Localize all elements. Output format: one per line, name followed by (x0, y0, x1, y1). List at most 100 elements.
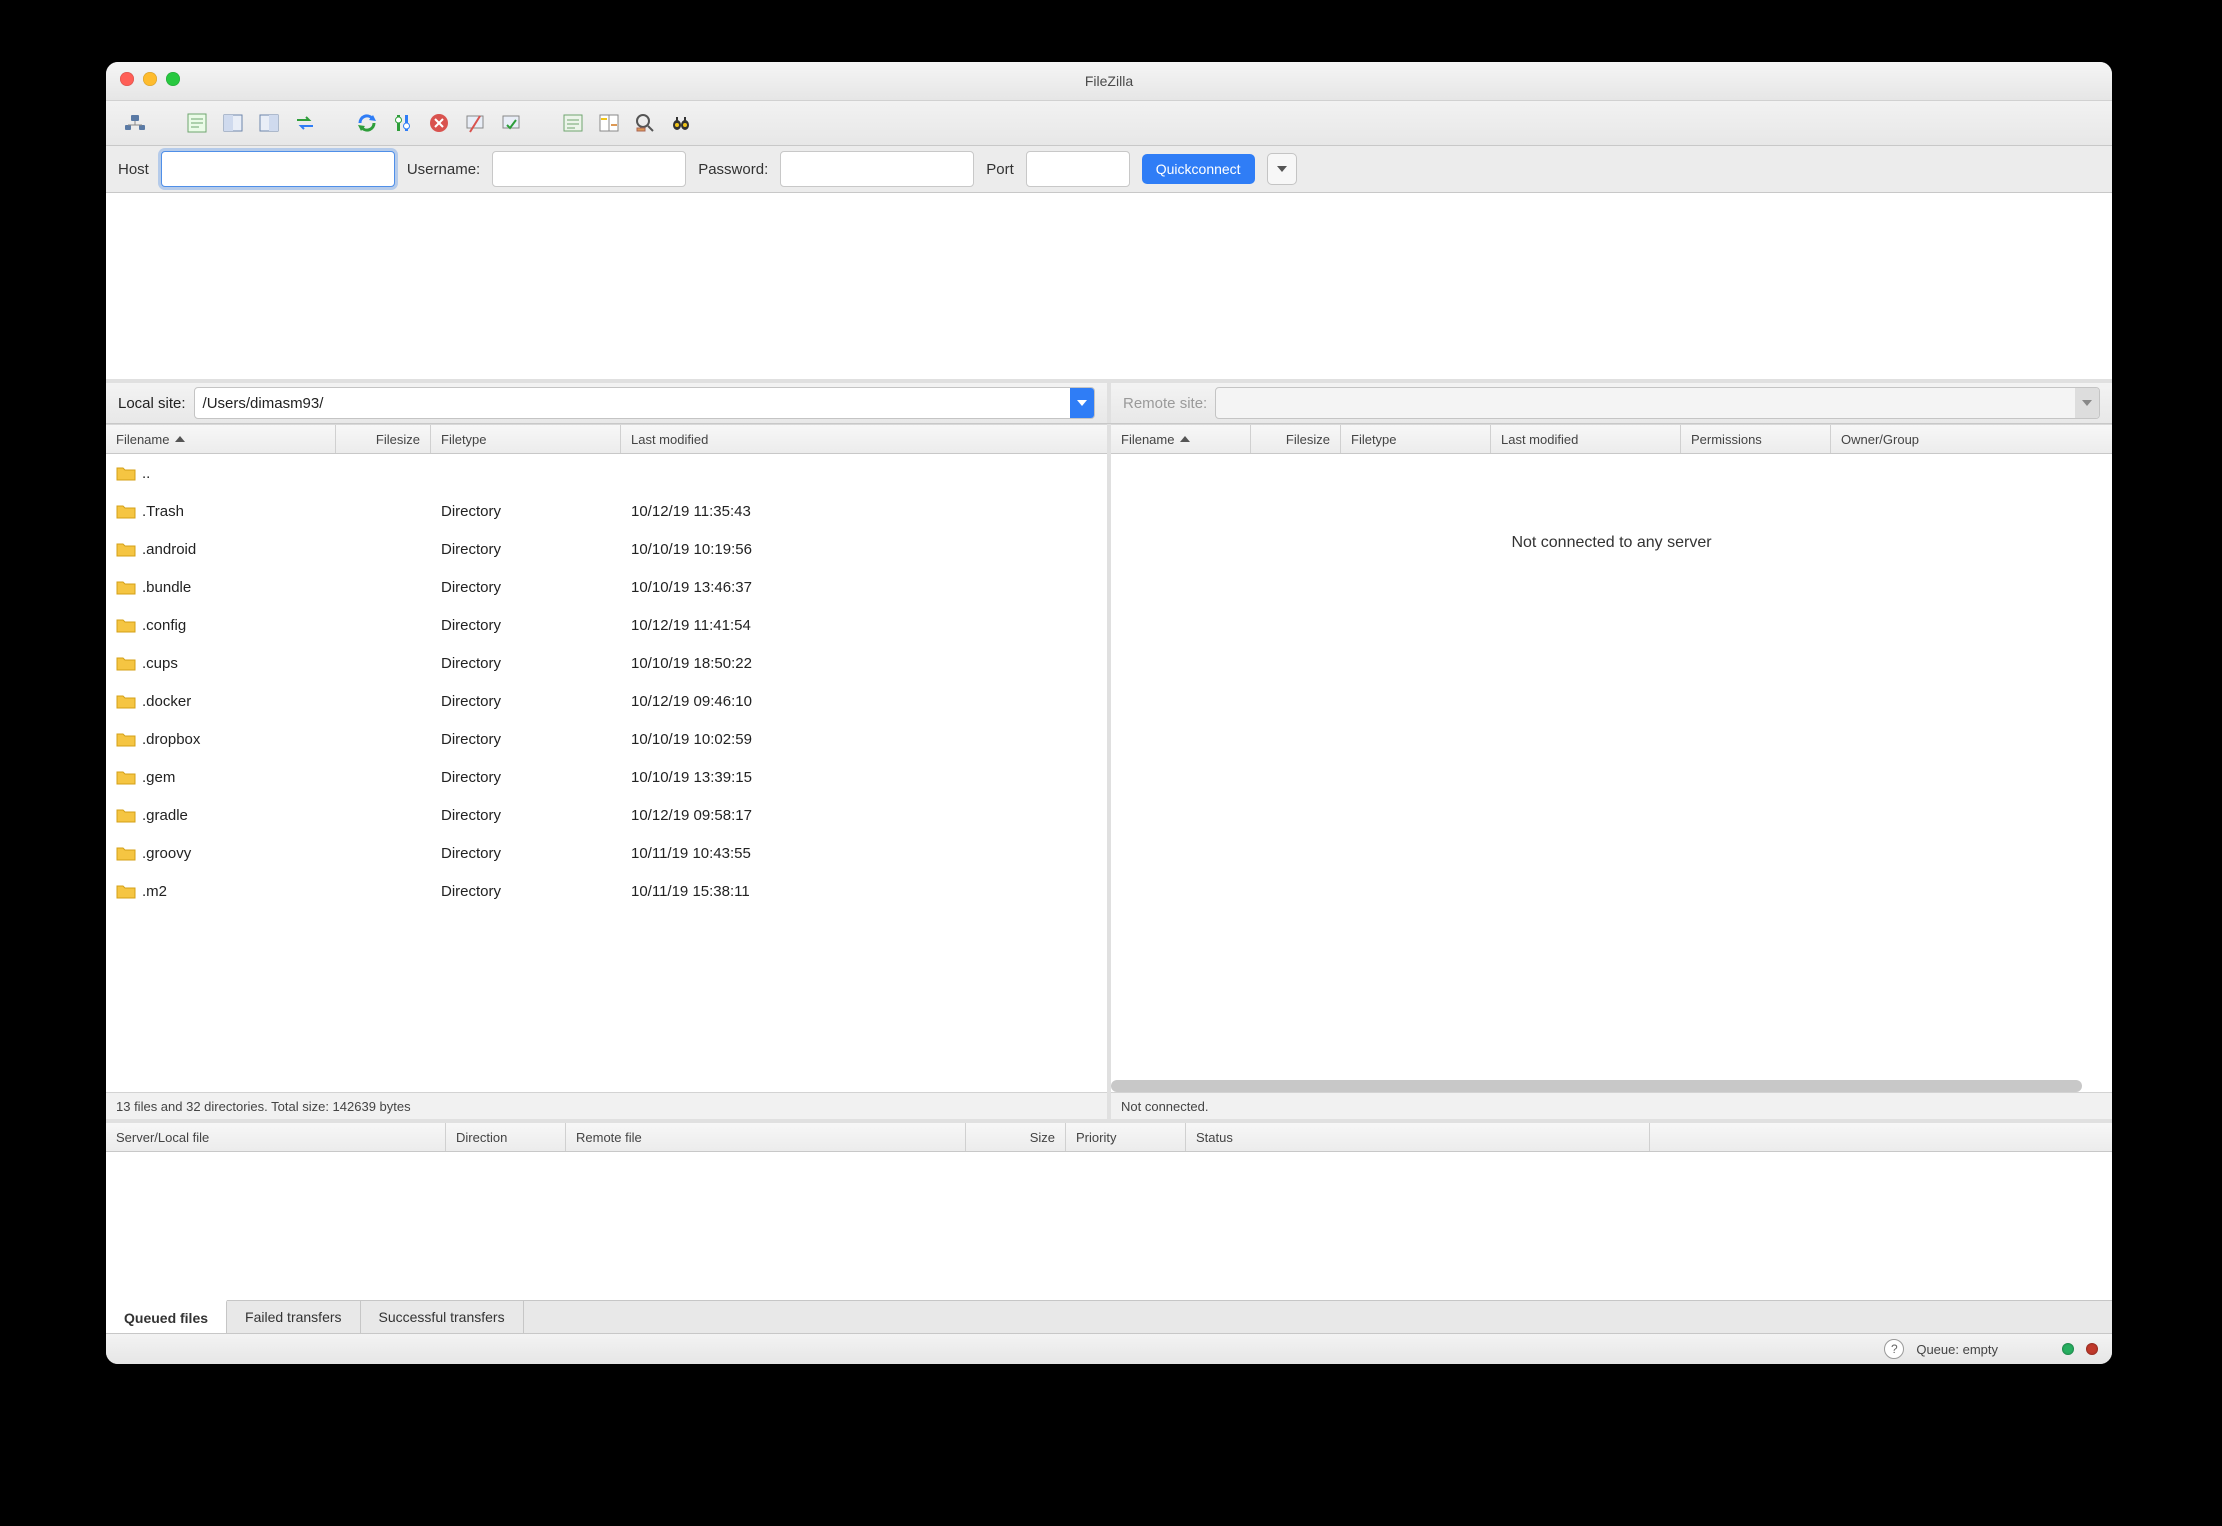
activity-led-recv (2062, 1343, 2074, 1355)
folder-icon (116, 807, 136, 823)
sort-asc-icon (175, 436, 185, 442)
site-manager-icon[interactable] (120, 108, 150, 138)
zoom-window-button[interactable] (166, 72, 180, 86)
folder-icon (116, 693, 136, 709)
remote-site-dropdown-button (2075, 388, 2099, 418)
local-col-filename[interactable]: Filename (106, 425, 336, 453)
chevron-down-icon (1277, 166, 1287, 172)
file-row[interactable]: .bundleDirectory10/10/19 13:46:37 (106, 568, 1107, 606)
titlebar: FileZilla (106, 62, 2112, 101)
refresh-icon[interactable] (352, 108, 382, 138)
quickconnect-history-button[interactable] (1267, 153, 1297, 185)
queue-status-label: Queue: empty (1916, 1342, 1998, 1357)
tab-failed-transfers[interactable]: Failed transfers (227, 1301, 360, 1333)
remote-col-filename[interactable]: Filename (1111, 425, 1251, 453)
queue-column-headers[interactable]: Server/Local file Direction Remote file … (106, 1123, 2112, 1152)
remote-site-section: Remote site: (1111, 383, 2112, 423)
file-row[interactable]: .configDirectory10/12/19 11:41:54 (106, 606, 1107, 644)
local-col-filetype[interactable]: Filetype (431, 425, 621, 453)
folder-icon (116, 769, 136, 785)
file-panes: Filename Filesize Filetype Last modified… (106, 424, 2112, 1123)
queue-process-icon[interactable] (558, 108, 588, 138)
folder-icon (116, 655, 136, 671)
filters-icon[interactable] (388, 108, 418, 138)
site-path-row: Local site: /Users/dimasm93/ Remote site… (106, 383, 2112, 424)
local-col-modified[interactable]: Last modified (621, 425, 1107, 453)
quickconnect-button[interactable]: Quickconnect (1142, 154, 1255, 184)
reconnect-icon[interactable] (496, 108, 526, 138)
queue-col-priority[interactable]: Priority (1066, 1123, 1186, 1151)
help-icon[interactable]: ? (1884, 1339, 1904, 1359)
port-input[interactable] (1026, 151, 1130, 187)
footer: ? Queue: empty (106, 1333, 2112, 1364)
traffic-lights (120, 72, 180, 86)
binoculars-icon[interactable] (666, 108, 696, 138)
remote-h-scrollbar[interactable] (1111, 1080, 2112, 1092)
local-site-label: Local site: (118, 395, 186, 412)
remote-pane: Filename Filesize Filetype Last modified… (1111, 424, 2112, 1119)
file-row[interactable]: .. (106, 454, 1107, 492)
username-input[interactable] (492, 151, 686, 187)
queue-col-direction[interactable]: Direction (446, 1123, 566, 1151)
password-input[interactable] (780, 151, 974, 187)
compare-icon[interactable] (594, 108, 624, 138)
local-site-combo[interactable]: /Users/dimasm93/ (194, 387, 1095, 419)
disconnect-icon[interactable] (460, 108, 490, 138)
file-row[interactable]: .TrashDirectory10/12/19 11:35:43 (106, 492, 1107, 530)
file-row[interactable]: .m2Directory10/11/19 15:38:11 (106, 872, 1107, 910)
file-row[interactable]: .dockerDirectory10/12/19 09:46:10 (106, 682, 1107, 720)
local-file-list[interactable]: ...TrashDirectory10/12/19 11:35:43.andro… (106, 454, 1107, 1092)
queue-body[interactable] (106, 1152, 2112, 1300)
minimize-window-button[interactable] (143, 72, 157, 86)
remote-col-permissions[interactable]: Permissions (1681, 425, 1831, 453)
activity-led-send (2086, 1343, 2098, 1355)
file-row[interactable]: .gemDirectory10/10/19 13:39:15 (106, 758, 1107, 796)
chevron-down-icon (1077, 400, 1087, 406)
queue-col-size[interactable]: Size (966, 1123, 1066, 1151)
folder-icon (116, 731, 136, 747)
local-pane: Filename Filesize Filetype Last modified… (106, 424, 1111, 1119)
tab-successful-transfers[interactable]: Successful transfers (361, 1301, 524, 1333)
remote-column-headers[interactable]: Filename Filesize Filetype Last modified… (1111, 424, 2112, 454)
local-column-headers[interactable]: Filename Filesize Filetype Last modified (106, 424, 1107, 454)
search-icon[interactable] (630, 108, 660, 138)
remote-col-filetype[interactable]: Filetype (1341, 425, 1491, 453)
queue-col-status[interactable]: Status (1186, 1123, 1650, 1151)
file-row[interactable]: .groovyDirectory10/11/19 10:43:55 (106, 834, 1107, 872)
remote-col-filesize[interactable]: Filesize (1251, 425, 1341, 453)
file-row[interactable]: .androidDirectory10/10/19 10:19:56 (106, 530, 1107, 568)
folder-icon (116, 883, 136, 899)
folder-icon (116, 845, 136, 861)
queue-col-remote[interactable]: Remote file (566, 1123, 966, 1151)
file-row[interactable]: .dropboxDirectory10/10/19 10:02:59 (106, 720, 1107, 758)
local-col-filesize[interactable]: Filesize (336, 425, 431, 453)
sort-asc-icon (1180, 436, 1190, 442)
folder-icon (116, 465, 136, 481)
local-site-path: /Users/dimasm93/ (195, 395, 1070, 412)
tree-local-icon[interactable] (218, 108, 248, 138)
queue-col-server[interactable]: Server/Local file (106, 1123, 446, 1151)
port-label: Port (986, 161, 1014, 178)
folder-icon (116, 617, 136, 633)
remote-site-combo (1215, 387, 2100, 419)
transfer-queue: Server/Local file Direction Remote file … (106, 1123, 2112, 1333)
cancel-icon[interactable] (424, 108, 454, 138)
remote-site-label: Remote site: (1123, 395, 1207, 412)
remote-col-modified[interactable]: Last modified (1491, 425, 1681, 453)
folder-icon (116, 541, 136, 557)
file-row[interactable]: .cupsDirectory10/10/19 18:50:22 (106, 644, 1107, 682)
folder-icon (116, 579, 136, 595)
tree-remote-icon[interactable] (254, 108, 284, 138)
sync-browse-icon[interactable] (290, 108, 320, 138)
host-label: Host (118, 161, 149, 178)
log-toggle-icon[interactable] (182, 108, 212, 138)
local-site-dropdown-button[interactable] (1070, 388, 1094, 418)
host-input[interactable] (161, 151, 395, 187)
message-log-pane[interactable] (106, 193, 2112, 383)
remote-status: Not connected. (1111, 1092, 2112, 1119)
tab-queued-files[interactable]: Queued files (106, 1300, 227, 1333)
close-window-button[interactable] (120, 72, 134, 86)
remote-col-owner[interactable]: Owner/Group (1831, 425, 2112, 453)
file-row[interactable]: .gradleDirectory10/12/19 09:58:17 (106, 796, 1107, 834)
chevron-down-icon (2082, 400, 2092, 406)
